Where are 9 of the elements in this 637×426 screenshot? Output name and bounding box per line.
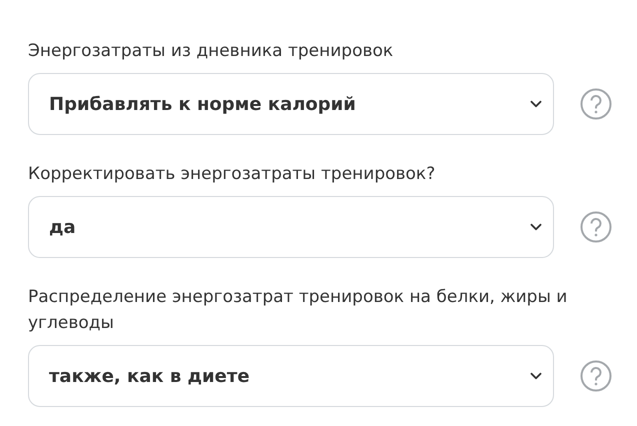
field-label: Распределение энергозатрат тренировок на белки, жиры и углеводы	[28, 286, 568, 335]
help-icon[interactable]	[580, 360, 612, 392]
field-label: Энергозатраты из дневника тренировок	[28, 40, 394, 63]
dropdown[interactable]: Прибавлять к норме калорий	[28, 73, 554, 135]
help-icon[interactable]	[580, 88, 612, 120]
field-label: Корректировать энергозатраты тренировок?	[28, 163, 436, 186]
dropdown[interactable]: также, как в диете	[28, 345, 554, 407]
dropdown[interactable]: да	[28, 196, 554, 258]
help-icon[interactable]	[580, 211, 612, 243]
